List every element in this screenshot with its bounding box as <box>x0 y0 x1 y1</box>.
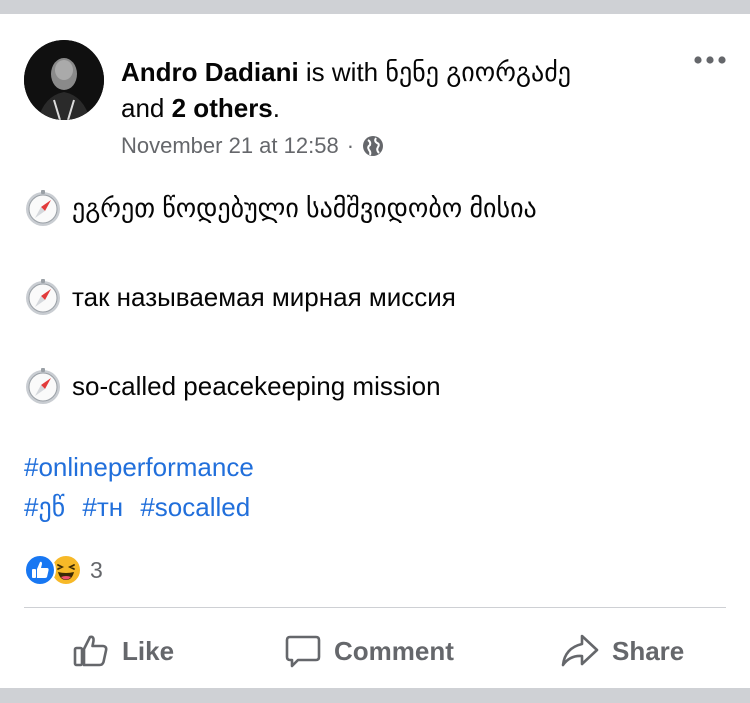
and-text: and <box>121 93 165 123</box>
post-line-text: ეგრეთ წოდებული სამშვიდობო მისია <box>72 192 537 223</box>
with-text: is with <box>305 57 379 87</box>
post-line-russian: так называемая мирная миссия <box>24 277 456 317</box>
hashtag-link[interactable]: #тн <box>82 492 123 522</box>
post-header-text: Andro Dadiani is with ნენე გიორგაძე and … <box>121 54 681 126</box>
reaction-count[interactable]: 3 <box>90 557 103 584</box>
post-line-english: so-called peacekeeping mission <box>24 366 441 406</box>
more-dots-icon <box>694 56 726 64</box>
hashtags-row-1: #onlineperformance <box>24 452 264 483</box>
comment-button[interactable]: Comment <box>284 628 454 674</box>
share-button[interactable]: Share <box>560 628 684 674</box>
like-label: Like <box>122 635 175 666</box>
more-options-button[interactable] <box>690 50 730 70</box>
hashtag-link[interactable]: #ეწ <box>24 492 65 522</box>
period: . <box>272 93 281 123</box>
comment-bubble-icon <box>285 635 321 668</box>
post-line-text: так называемая мирная миссия <box>72 281 456 312</box>
post-timestamp[interactable]: November 21 at 12:58 <box>121 131 339 161</box>
share-arrow-icon <box>561 634 599 667</box>
like-reaction-icon <box>24 554 56 586</box>
compass-icon <box>26 368 60 404</box>
tagged-person[interactable]: ნენე გიორგაძე <box>385 57 571 87</box>
hashtag-link[interactable]: #socalled <box>140 492 250 522</box>
thumbs-up-icon <box>73 635 108 667</box>
post-line-text: so-called peacekeeping mission <box>72 370 441 401</box>
actions-divider <box>24 607 726 608</box>
share-label: Share <box>612 635 685 666</box>
post-line-georgian: ეგრეთ წოდებული სამშვიდობო მისია <box>24 188 537 228</box>
hashtags-row-2: #ეწ #тн #socalled <box>24 492 260 523</box>
others-link[interactable]: 2 others <box>172 93 273 123</box>
compass-icon <box>26 279 60 315</box>
compass-icon <box>26 190 60 226</box>
hashtag-link[interactable]: #onlineperformance <box>24 452 254 482</box>
top-separator-bar <box>0 0 750 14</box>
comment-label: Comment <box>334 635 454 666</box>
globe-icon <box>362 135 384 157</box>
reactions-summary[interactable]: 3 <box>24 554 103 586</box>
like-button[interactable]: Like <box>72 628 174 674</box>
post-meta: November 21 at 12:58 · <box>121 131 384 161</box>
meta-separator: · <box>346 133 355 158</box>
author-name[interactable]: Andro Dadiani <box>121 57 299 87</box>
bottom-separator-bar <box>0 688 750 703</box>
author-avatar[interactable] <box>24 40 104 120</box>
